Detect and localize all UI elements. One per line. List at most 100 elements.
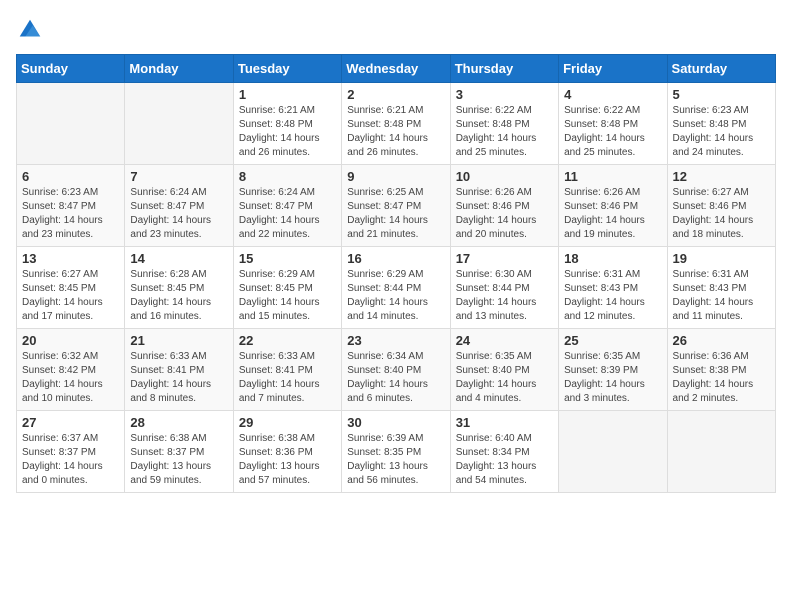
cell-content: Sunrise: 6:36 AMSunset: 8:38 PMDaylight:… (673, 350, 770, 406)
cell-content: Sunrise: 6:21 AMSunset: 8:48 PMDaylight:… (347, 104, 444, 160)
calendar-cell: 27 Sunrise: 6:37 AMSunset: 8:37 PMDayligh… (17, 411, 125, 493)
cell-content: Sunrise: 6:23 AMSunset: 8:48 PMDaylight:… (673, 104, 770, 160)
calendar-cell: 23 Sunrise: 6:34 AMSunset: 8:40 PMDayligh… (342, 329, 450, 411)
cell-content: Sunrise: 6:32 AMSunset: 8:42 PMDaylight:… (22, 350, 119, 406)
calendar-cell: 18 Sunrise: 6:31 AMSunset: 8:43 PMDayligh… (559, 247, 667, 329)
cell-content: Sunrise: 6:34 AMSunset: 8:40 PMDaylight:… (347, 350, 444, 406)
cell-content: Sunrise: 6:33 AMSunset: 8:41 PMDaylight:… (239, 350, 336, 406)
calendar-week-row: 6 Sunrise: 6:23 AMSunset: 8:47 PMDaylight… (17, 165, 776, 247)
day-number: 14 (130, 251, 227, 266)
day-number: 12 (673, 169, 770, 184)
calendar-cell: 26 Sunrise: 6:36 AMSunset: 8:38 PMDayligh… (667, 329, 775, 411)
calendar-cell: 16 Sunrise: 6:29 AMSunset: 8:44 PMDayligh… (342, 247, 450, 329)
cell-content: Sunrise: 6:40 AMSunset: 8:34 PMDaylight:… (456, 432, 553, 488)
day-number: 18 (564, 251, 661, 266)
day-number: 25 (564, 333, 661, 348)
calendar-cell: 20 Sunrise: 6:32 AMSunset: 8:42 PMDayligh… (17, 329, 125, 411)
day-number: 31 (456, 415, 553, 430)
cell-content: Sunrise: 6:25 AMSunset: 8:47 PMDaylight:… (347, 186, 444, 242)
calendar-cell: 12 Sunrise: 6:27 AMSunset: 8:46 PMDayligh… (667, 165, 775, 247)
day-number: 7 (130, 169, 227, 184)
column-header-sunday: Sunday (17, 55, 125, 83)
day-number: 1 (239, 87, 336, 102)
calendar-cell: 15 Sunrise: 6:29 AMSunset: 8:45 PMDayligh… (233, 247, 341, 329)
column-header-friday: Friday (559, 55, 667, 83)
day-number: 20 (22, 333, 119, 348)
cell-content: Sunrise: 6:31 AMSunset: 8:43 PMDaylight:… (673, 268, 770, 324)
calendar-week-row: 27 Sunrise: 6:37 AMSunset: 8:37 PMDayligh… (17, 411, 776, 493)
day-number: 3 (456, 87, 553, 102)
calendar-cell: 17 Sunrise: 6:30 AMSunset: 8:44 PMDayligh… (450, 247, 558, 329)
calendar-cell: 31 Sunrise: 6:40 AMSunset: 8:34 PMDayligh… (450, 411, 558, 493)
day-number: 15 (239, 251, 336, 266)
cell-content: Sunrise: 6:37 AMSunset: 8:37 PMDaylight:… (22, 432, 119, 488)
calendar-cell: 28 Sunrise: 6:38 AMSunset: 8:37 PMDayligh… (125, 411, 233, 493)
logo-icon (16, 16, 44, 44)
calendar-cell: 14 Sunrise: 6:28 AMSunset: 8:45 PMDayligh… (125, 247, 233, 329)
cell-content: Sunrise: 6:35 AMSunset: 8:40 PMDaylight:… (456, 350, 553, 406)
cell-content: Sunrise: 6:31 AMSunset: 8:43 PMDaylight:… (564, 268, 661, 324)
calendar-cell: 19Sunrise: 6:31 AMSunset: 8:43 PMDayligh… (667, 247, 775, 329)
calendar-cell (125, 83, 233, 165)
calendar-cell: 29Sunrise: 6:38 AMSunset: 8:36 PMDayligh… (233, 411, 341, 493)
cell-content: Sunrise: 6:28 AMSunset: 8:45 PMDaylight:… (130, 268, 227, 324)
day-number: 5 (673, 87, 770, 102)
day-number: 22 (239, 333, 336, 348)
page-header (16, 16, 776, 44)
calendar-cell: 22 Sunrise: 6:33 AMSunset: 8:41 PMDayligh… (233, 329, 341, 411)
calendar-cell: 25 Sunrise: 6:35 AMSunset: 8:39 PMDayligh… (559, 329, 667, 411)
cell-content: Sunrise: 6:26 AMSunset: 8:46 PMDaylight:… (564, 186, 661, 242)
calendar-cell (667, 411, 775, 493)
day-number: 29 (239, 415, 336, 430)
calendar-cell: 9 Sunrise: 6:25 AMSunset: 8:47 PMDaylight… (342, 165, 450, 247)
cell-content: Sunrise: 6:29 AMSunset: 8:44 PMDaylight:… (347, 268, 444, 324)
day-number: 9 (347, 169, 444, 184)
day-number: 4 (564, 87, 661, 102)
calendar-cell: 30 Sunrise: 6:39 AMSunset: 8:35 PMDayligh… (342, 411, 450, 493)
logo (16, 16, 48, 44)
cell-content: Sunrise: 6:23 AMSunset: 8:47 PMDaylight:… (22, 186, 119, 242)
cell-content: Sunrise: 6:39 AMSunset: 8:35 PMDaylight:… (347, 432, 444, 488)
calendar-cell: 21Sunrise: 6:33 AMSunset: 8:41 PMDayligh… (125, 329, 233, 411)
day-number: 16 (347, 251, 444, 266)
calendar-cell: 5 Sunrise: 6:23 AMSunset: 8:48 PMDaylight… (667, 83, 775, 165)
day-number: 27 (22, 415, 119, 430)
day-number: 26 (673, 333, 770, 348)
column-header-monday: Monday (125, 55, 233, 83)
cell-content: Sunrise: 6:24 AMSunset: 8:47 PMDaylight:… (239, 186, 336, 242)
calendar-cell: 7Sunrise: 6:24 AMSunset: 8:47 PMDaylight… (125, 165, 233, 247)
cell-content: Sunrise: 6:26 AMSunset: 8:46 PMDaylight:… (456, 186, 553, 242)
calendar-cell: 4 Sunrise: 6:22 AMSunset: 8:48 PMDaylight… (559, 83, 667, 165)
cell-content: Sunrise: 6:30 AMSunset: 8:44 PMDaylight:… (456, 268, 553, 324)
day-number: 6 (22, 169, 119, 184)
calendar-cell (17, 83, 125, 165)
cell-content: Sunrise: 6:35 AMSunset: 8:39 PMDaylight:… (564, 350, 661, 406)
day-number: 2 (347, 87, 444, 102)
cell-content: Sunrise: 6:22 AMSunset: 8:48 PMDaylight:… (564, 104, 661, 160)
calendar-cell: 13Sunrise: 6:27 AMSunset: 8:45 PMDayligh… (17, 247, 125, 329)
calendar-table: SundayMondayTuesdayWednesdayThursdayFrid… (16, 54, 776, 493)
cell-content: Sunrise: 6:38 AMSunset: 8:37 PMDaylight:… (130, 432, 227, 488)
day-number: 17 (456, 251, 553, 266)
calendar-cell: 2 Sunrise: 6:21 AMSunset: 8:48 PMDaylight… (342, 83, 450, 165)
cell-content: Sunrise: 6:27 AMSunset: 8:46 PMDaylight:… (673, 186, 770, 242)
day-number: 23 (347, 333, 444, 348)
calendar-header-row: SundayMondayTuesdayWednesdayThursdayFrid… (17, 55, 776, 83)
column-header-tuesday: Tuesday (233, 55, 341, 83)
calendar-cell: 6 Sunrise: 6:23 AMSunset: 8:47 PMDaylight… (17, 165, 125, 247)
cell-content: Sunrise: 6:29 AMSunset: 8:45 PMDaylight:… (239, 268, 336, 324)
calendar-week-row: 20 Sunrise: 6:32 AMSunset: 8:42 PMDayligh… (17, 329, 776, 411)
calendar-cell: 8 Sunrise: 6:24 AMSunset: 8:47 PMDaylight… (233, 165, 341, 247)
calendar-cell: 11 Sunrise: 6:26 AMSunset: 8:46 PMDayligh… (559, 165, 667, 247)
day-number: 30 (347, 415, 444, 430)
cell-content: Sunrise: 6:33 AMSunset: 8:41 PMDaylight:… (130, 350, 227, 406)
calendar-week-row: 13Sunrise: 6:27 AMSunset: 8:45 PMDayligh… (17, 247, 776, 329)
day-number: 13 (22, 251, 119, 266)
calendar-cell: 24 Sunrise: 6:35 AMSunset: 8:40 PMDayligh… (450, 329, 558, 411)
calendar-cell: 3Sunrise: 6:22 AMSunset: 8:48 PMDaylight… (450, 83, 558, 165)
day-number: 11 (564, 169, 661, 184)
day-number: 24 (456, 333, 553, 348)
day-number: 8 (239, 169, 336, 184)
column-header-wednesday: Wednesday (342, 55, 450, 83)
day-number: 28 (130, 415, 227, 430)
